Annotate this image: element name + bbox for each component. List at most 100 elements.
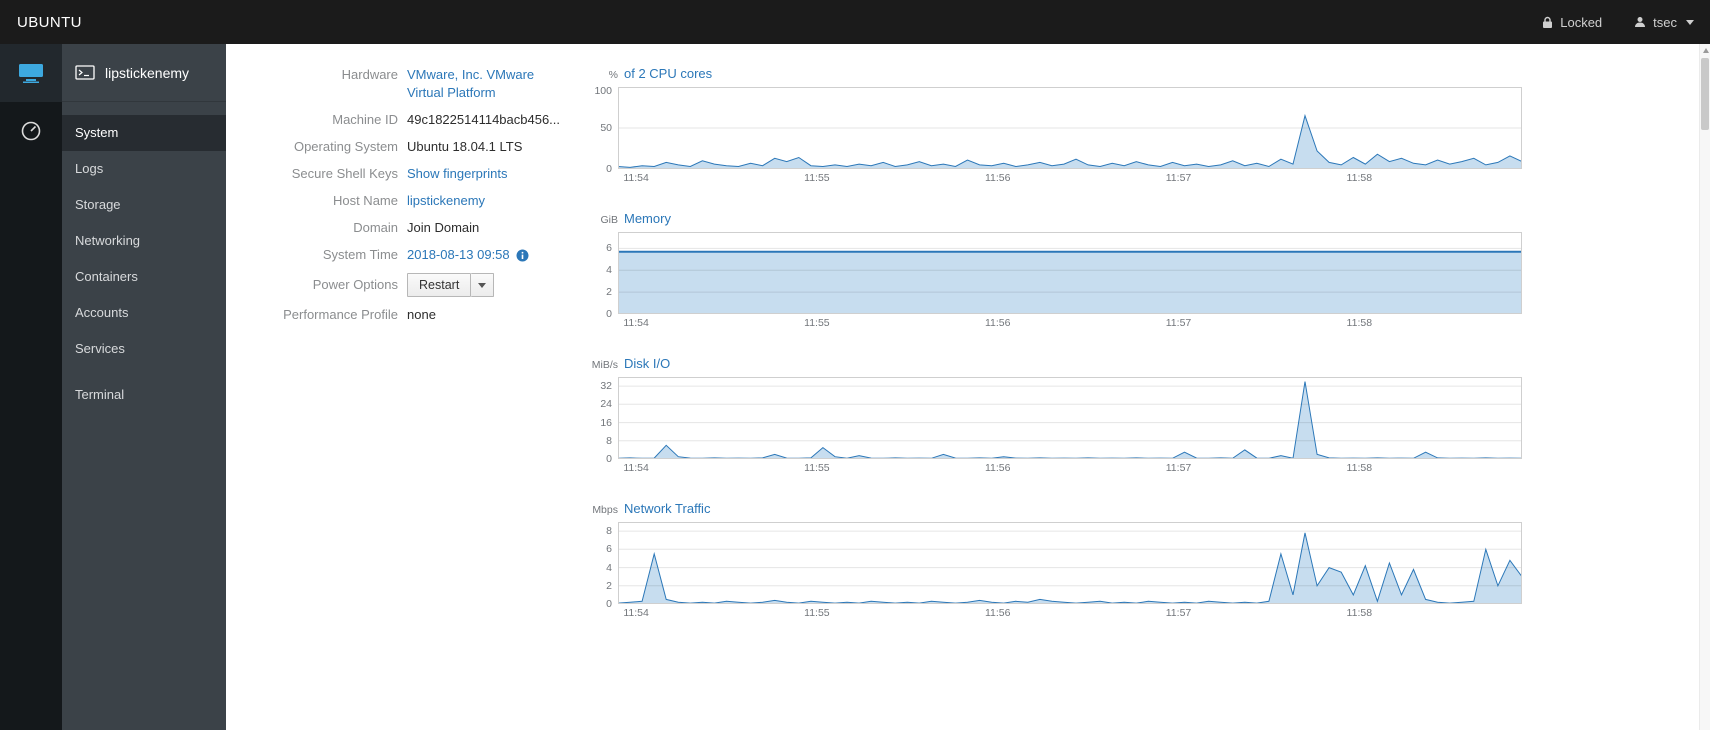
chart-area-fill: [618, 381, 1522, 459]
memory-chart-link[interactable]: Memory: [624, 211, 671, 226]
x-tick-label: 11:57: [1165, 462, 1192, 474]
y-tick-label: 6: [606, 543, 612, 556]
power-options-dropdown-button[interactable]: [471, 273, 495, 297]
x-tick-label: 11:58: [1346, 172, 1373, 184]
system-info-panel: Hardware VMware, Inc. VMware Virtual Pla…: [226, 66, 560, 730]
y-tick-label: 2: [606, 579, 612, 592]
os-label: Operating System: [293, 139, 398, 154]
memory-y-axis: 0 2 4 6: [584, 232, 618, 320]
x-tick-label: 11:57: [1165, 607, 1192, 619]
y-tick-label: 50: [600, 122, 612, 134]
x-tick-label: 11:56: [984, 607, 1011, 619]
cpu-chart-link[interactable]: of 2 CPU cores: [624, 66, 712, 81]
disk-x-axis: 11:54 11:55 11:56 11:57 11:58: [618, 459, 1522, 475]
chart-canvas: [618, 232, 1522, 314]
x-tick-label: 11:54: [623, 607, 649, 619]
chart-area-fill: [618, 115, 1522, 169]
x-tick-label: 11:55: [804, 607, 830, 619]
locked-button[interactable]: Locked: [1526, 0, 1618, 44]
x-tick-label: 11:55: [804, 462, 830, 474]
x-tick-label: 11:54: [623, 172, 649, 184]
main-content: Hardware VMware, Inc. VMware Virtual Pla…: [226, 44, 1710, 730]
sidebar-item-system[interactable]: System: [62, 115, 226, 151]
memory-chart-plot[interactable]: [618, 232, 1522, 314]
chart-network: Mbps Network Traffic 02468 11:54 11:55 11:…: [584, 501, 1544, 620]
x-tick-label: 11:58: [1346, 317, 1373, 329]
x-tick-label: 11:55: [804, 317, 830, 329]
sidebar-separator: [62, 367, 226, 377]
join-domain-link[interactable]: Join Domain: [407, 219, 546, 237]
x-tick-label: 11:58: [1346, 462, 1373, 474]
lock-icon: [1543, 16, 1553, 28]
sidebar-item-logs[interactable]: Logs: [62, 151, 226, 187]
chart-series-line: [618, 113, 1522, 168]
sidebar-hostname: lipstickenemy: [105, 64, 190, 81]
y-tick-label: 16: [600, 416, 612, 429]
network-unit-label: Mbps: [592, 504, 618, 516]
performance-profile-label: Performance Profile: [283, 307, 398, 322]
sidebar-host[interactable]: lipstickenemy: [62, 44, 226, 102]
disk-y-axis: 0 8 16 24 32: [584, 377, 618, 465]
charts-column: % of 2 CPU cores 0 50 100 11:54 11:55 11:56 1…: [584, 66, 1544, 730]
info-row-ssh: Secure Shell Keys Show fingerprints: [226, 165, 555, 183]
info-icon[interactable]: [516, 249, 529, 262]
y-tick-label: 0: [606, 598, 612, 610]
dashboard-icon: [21, 121, 41, 141]
network-chart-plot[interactable]: [618, 522, 1522, 604]
y-tick-label: 0: [606, 308, 612, 320]
sidebar-item-terminal[interactable]: Terminal: [62, 377, 226, 413]
cpu-y-axis: 0 50 100: [584, 85, 618, 175]
sidebar-item-accounts[interactable]: Accounts: [62, 295, 226, 331]
info-row-hostname: Host Name lipstickenemy: [226, 192, 555, 210]
vertical-scrollbar[interactable]: [1699, 44, 1710, 730]
chart-cpu: % of 2 CPU cores 0 50 100 11:54 11:55 11:56 1…: [584, 66, 1544, 185]
user-menu[interactable]: tsec: [1618, 0, 1710, 44]
scroll-up-icon[interactable]: [1703, 48, 1709, 53]
masthead: UBUNTU Locked tsec: [0, 0, 1710, 44]
x-tick-label: 11:56: [984, 462, 1011, 474]
power-options-label: Power Options: [312, 277, 398, 292]
restart-button[interactable]: Restart: [407, 273, 472, 297]
rail-item-host[interactable]: [0, 44, 62, 102]
show-fingerprints-link[interactable]: Show fingerprints: [407, 165, 546, 183]
hardware-link[interactable]: VMware, Inc. VMware Virtual Platform: [407, 66, 546, 102]
server-icon: [19, 64, 43, 83]
chart-series-line: [618, 381, 1522, 459]
disk-chart-link[interactable]: Disk I/O: [624, 356, 670, 371]
chart-canvas: [618, 522, 1522, 604]
cpu-chart-plot[interactable]: [618, 87, 1522, 169]
chart-disk-io: MiB/s Disk I/O 0 8 16 24 32 11:54 11:55 11:56 1…: [584, 356, 1544, 475]
sidebar: lipstickenemy System Logs Storage Networ…: [62, 44, 226, 730]
network-chart-link[interactable]: Network Traffic: [624, 501, 710, 516]
sidebar-item-networking[interactable]: Networking: [62, 223, 226, 259]
performance-profile-value: none: [407, 307, 436, 322]
y-tick-label: 4: [606, 561, 612, 574]
disk-chart-plot[interactable]: [618, 377, 1522, 459]
sidebar-item-containers[interactable]: Containers: [62, 259, 226, 295]
machine-rail: [0, 44, 62, 730]
system-time-link[interactable]: 2018-08-13 09:58: [407, 246, 510, 264]
chart-area-fill: [618, 532, 1522, 604]
locked-label: Locked: [1560, 14, 1603, 30]
sidebar-item-storage[interactable]: Storage: [62, 187, 226, 223]
y-tick-label: 0: [606, 453, 612, 465]
info-row-power: Power Options Restart: [226, 273, 555, 297]
y-tick-label: 2: [606, 286, 612, 299]
x-tick-label: 11:58: [1346, 607, 1373, 619]
sidebar-item-services[interactable]: Services: [62, 331, 226, 367]
x-tick-label: 11:57: [1165, 172, 1192, 184]
y-tick-label: 24: [600, 398, 612, 411]
hostname-link[interactable]: lipstickenemy: [407, 192, 546, 210]
info-row-profile: Performance Profile none: [226, 306, 555, 324]
domain-label: Domain: [353, 220, 398, 235]
chart-memory: GiB Memory 0246 11:54 11:55 11:56 11:57 11:5…: [584, 211, 1544, 330]
plot-border: [618, 377, 1522, 459]
y-tick-label: 6: [606, 242, 612, 255]
x-tick-label: 11:57: [1165, 317, 1192, 329]
hostname-label: Host Name: [332, 193, 398, 208]
scrollbar-thumb[interactable]: [1701, 58, 1709, 130]
y-tick-label: 0: [606, 163, 612, 175]
chart-canvas: [618, 87, 1522, 169]
rail-item-dashboard[interactable]: [0, 102, 62, 160]
x-tick-label: 11:55: [804, 172, 830, 184]
